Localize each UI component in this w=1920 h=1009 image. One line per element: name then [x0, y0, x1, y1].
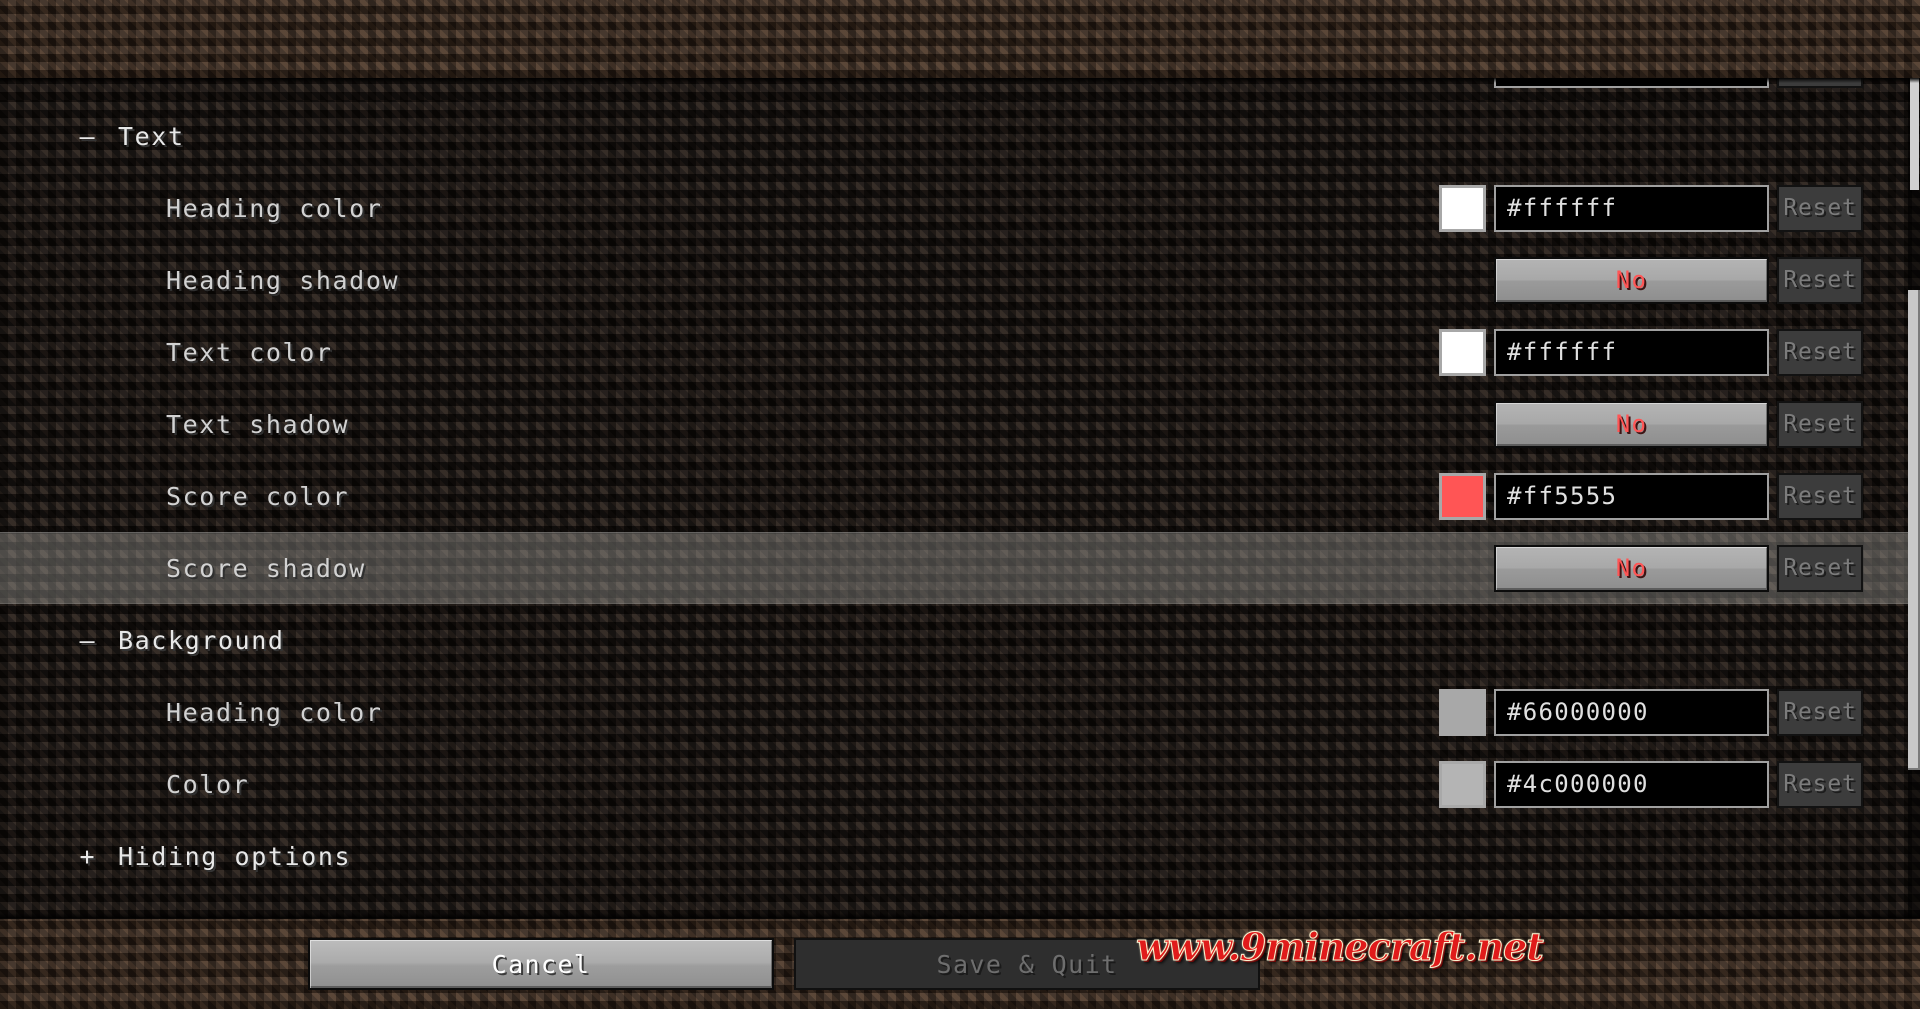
option-label: Heading color [166, 697, 383, 727]
option-widgets: No Reset [1439, 532, 1863, 604]
option-row[interactable]: Color #4c000000 Reset [0, 748, 1920, 820]
category-row[interactable]: – Text [0, 100, 1920, 172]
cancel-button-label: Cancel [491, 949, 591, 979]
option-row[interactable]: Heading color #ffffff Reset [0, 172, 1920, 244]
option-widgets: #ff5555 Reset [1439, 460, 1863, 532]
reset-button[interactable]: Reset [1777, 472, 1863, 520]
color-swatch [1439, 184, 1486, 232]
reset-button-label: Reset [1783, 699, 1857, 725]
boolean-toggle-value: No [1615, 266, 1648, 294]
option-widgets: No Reset [1439, 244, 1863, 316]
collapse-icon[interactable]: – [70, 122, 104, 151]
color-swatch [1439, 472, 1486, 520]
boolean-toggle-button[interactable]: No [1494, 400, 1769, 448]
reset-button[interactable]: Reset [1777, 760, 1863, 808]
footer-shadow [0, 913, 1920, 919]
header-shadow [0, 78, 1920, 83]
color-hex-input[interactable]: #66000000 [1494, 688, 1769, 736]
reset-button[interactable]: Reset [1777, 328, 1863, 376]
header-bar [0, 0, 1920, 78]
cancel-button[interactable]: Cancel [308, 938, 774, 990]
color-hex-value: #4c000000 [1507, 770, 1649, 798]
option-widgets: #ffffff Reset [1439, 316, 1863, 388]
reset-button[interactable]: Reset [1777, 184, 1863, 232]
reset-button[interactable]: Reset [1777, 256, 1863, 304]
option-widgets: No Reset [1439, 388, 1863, 460]
boolean-toggle-value: No [1615, 410, 1648, 438]
color-swatch [1439, 760, 1486, 808]
color-hex-input[interactable]: #4c000000 [1494, 760, 1769, 808]
boolean-toggle-value: No [1615, 554, 1648, 582]
category-label: Hiding options [118, 841, 352, 871]
option-widgets: #ffffff Reset [1439, 172, 1863, 244]
expand-icon[interactable]: + [70, 842, 104, 871]
reset-button-label: Reset [1783, 267, 1857, 293]
color-hex-value: #66000000 [1507, 698, 1649, 726]
option-widgets: #66000000 Reset [1439, 676, 1863, 748]
options-rows: – Text Heading color #ffffff Reset Heading sh… [0, 100, 1920, 918]
option-row[interactable]: Text color #ffffff Reset [0, 316, 1920, 388]
reset-button-label: Reset [1783, 195, 1857, 221]
color-hex-value: #ffffff [1507, 194, 1618, 222]
boolean-toggle-button[interactable]: No [1494, 544, 1769, 592]
color-swatch [1439, 688, 1486, 736]
reset-button-label: Reset [1783, 555, 1857, 581]
scrollbar-top-marker [1910, 78, 1919, 190]
config-screen: Vertical offset 0 Reset –TextHeading col… [0, 0, 1920, 1009]
site-watermark-text: www.9minecraft.net [1136, 923, 1545, 969]
reset-button-label: Reset [1783, 771, 1857, 797]
save-and-quit-button-label: Save & Quit [936, 949, 1118, 979]
option-row[interactable]: Score shadow No Reset [0, 532, 1920, 604]
option-label: Text shadow [166, 409, 350, 439]
option-label: Score color [166, 481, 350, 511]
option-label: Text color [166, 337, 333, 367]
option-widgets: #4c000000 Reset [1439, 748, 1863, 820]
reset-button-label: Reset [1783, 411, 1857, 437]
reset-button[interactable]: Reset [1777, 400, 1863, 448]
reset-button-label: Reset [1783, 339, 1857, 365]
category-label: Background [118, 625, 285, 655]
option-label: Score shadow [166, 553, 366, 583]
option-label: Color [166, 769, 250, 799]
color-hex-input[interactable]: #ff5555 [1494, 472, 1769, 520]
collapse-icon[interactable]: – [70, 626, 104, 655]
color-hex-value: #ffffff [1507, 338, 1618, 366]
category-row[interactable]: + Hiding options [0, 820, 1920, 892]
option-row[interactable]: Text shadow No Reset [0, 388, 1920, 460]
scrollbar-thumb[interactable] [1908, 290, 1920, 770]
boolean-toggle-button[interactable]: No [1494, 256, 1769, 304]
option-label: Heading shadow [166, 265, 400, 295]
reset-button[interactable]: Reset [1777, 544, 1863, 592]
footer-bar: Cancel Save & Quit [0, 918, 1920, 1009]
option-row[interactable]: Heading shadow No Reset [0, 244, 1920, 316]
category-row[interactable]: – Background [0, 604, 1920, 676]
color-hex-input[interactable]: #ffffff [1494, 328, 1769, 376]
color-hex-value: #ff5555 [1507, 482, 1618, 510]
site-watermark: www.9minecraft.net [1136, 923, 1545, 969]
option-row[interactable]: Heading color #66000000 Reset [0, 676, 1920, 748]
reset-button[interactable]: Reset [1777, 688, 1863, 736]
option-row[interactable]: Score color #ff5555 Reset [0, 460, 1920, 532]
category-label: Text [118, 121, 185, 151]
reset-button-label: Reset [1783, 483, 1857, 509]
color-swatch [1439, 328, 1486, 376]
option-label: Heading color [166, 193, 383, 223]
color-hex-input[interactable]: #ffffff [1494, 184, 1769, 232]
